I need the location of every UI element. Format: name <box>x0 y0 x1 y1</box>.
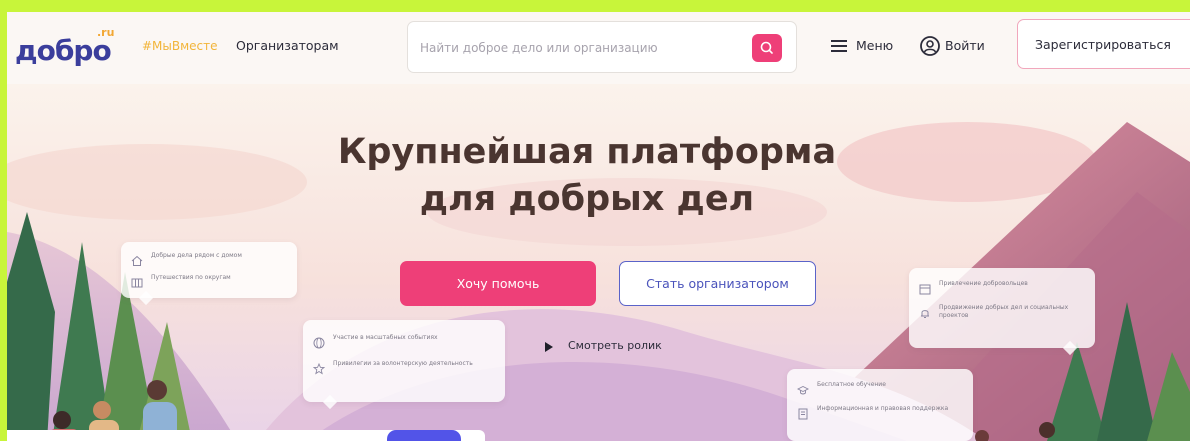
hero-title-line1: Крупнейшая платформа <box>337 132 837 172</box>
map-icon <box>131 278 143 288</box>
organizers-link[interactable]: Организаторам <box>236 38 339 53</box>
feature-card-right-top: Привлечение добровольцев Продвижение доб… <box>909 268 1095 348</box>
home-icon <box>131 255 143 266</box>
card-item: Привилегии за волонтерскую деятельность <box>313 360 497 382</box>
card-item-text: Добрые дела рядом с домом <box>151 252 242 259</box>
user-icon <box>920 36 940 56</box>
calendar-icon <box>919 284 931 295</box>
play-icon <box>545 342 553 352</box>
page-frame: добро .ru #МыВместе Организаторам Меню <box>7 12 1190 441</box>
card-item-text: Бесплатное обучение <box>817 381 886 388</box>
card-item: Путешествия по округам <box>131 274 289 296</box>
hero-title-line2: для добрых дел <box>419 179 755 219</box>
card-item-text: Информационная и правовая поддержка <box>817 405 949 412</box>
card-item: Информационная и правовая поддержка <box>797 405 965 427</box>
education-icon <box>797 385 809 395</box>
card-item-text: Участие в масштабных событиях <box>333 334 438 341</box>
feature-card-left-bottom: Участие в масштабных событиях Привилегии… <box>303 320 505 402</box>
login-label: Войти <box>945 38 985 53</box>
menu-label: Меню <box>856 38 894 53</box>
card-item-text: Привлечение добровольцев <box>939 280 1028 287</box>
logo-suffix: .ru <box>97 26 115 39</box>
card-item-text: Продвижение добрых дел и социальных прое… <box>939 304 1069 319</box>
search-box <box>407 21 797 73</box>
card-item: Бесплатное обучение <box>797 381 965 403</box>
search-input[interactable] <box>420 38 740 58</box>
document-icon <box>798 408 808 420</box>
hamburger-icon <box>831 40 847 52</box>
feature-card-left-top: Добрые дела рядом с домом Путешествия по… <box>121 242 297 298</box>
card-item: Добрые дела рядом с домом <box>131 252 289 274</box>
card-item: Привлечение добровольцев <box>919 280 1087 302</box>
search-icon <box>760 41 773 54</box>
search-button[interactable] <box>752 34 782 62</box>
card-item-text: Путешествия по округам <box>151 274 231 281</box>
globe-icon <box>313 337 325 349</box>
watch-video-label: Смотреть ролик <box>568 339 662 352</box>
overlay-button[interactable] <box>387 430 461 441</box>
card-item-text: Привилегии за волонтерскую деятельность <box>333 360 473 367</box>
card-item: Участие в масштабных событиях <box>313 334 497 356</box>
register-button[interactable]: Зарегистрироваться <box>1017 19 1190 69</box>
site-header: добро .ru #МыВместе Организаторам Меню <box>7 12 1190 84</box>
want-to-help-button[interactable]: Хочу помочь <box>400 261 596 306</box>
hero-title: Крупнейшая платформа для добрых дел <box>307 129 867 223</box>
card-item: Продвижение добрых дел и социальных прое… <box>919 304 1087 326</box>
become-organizer-button[interactable]: Стать организатором <box>619 261 816 306</box>
bell-icon <box>921 310 929 318</box>
we-together-link[interactable]: #МыВместе <box>142 39 218 53</box>
feature-card-right-bottom: Бесплатное обучение Информационная и пра… <box>787 369 973 441</box>
star-icon <box>313 363 325 375</box>
